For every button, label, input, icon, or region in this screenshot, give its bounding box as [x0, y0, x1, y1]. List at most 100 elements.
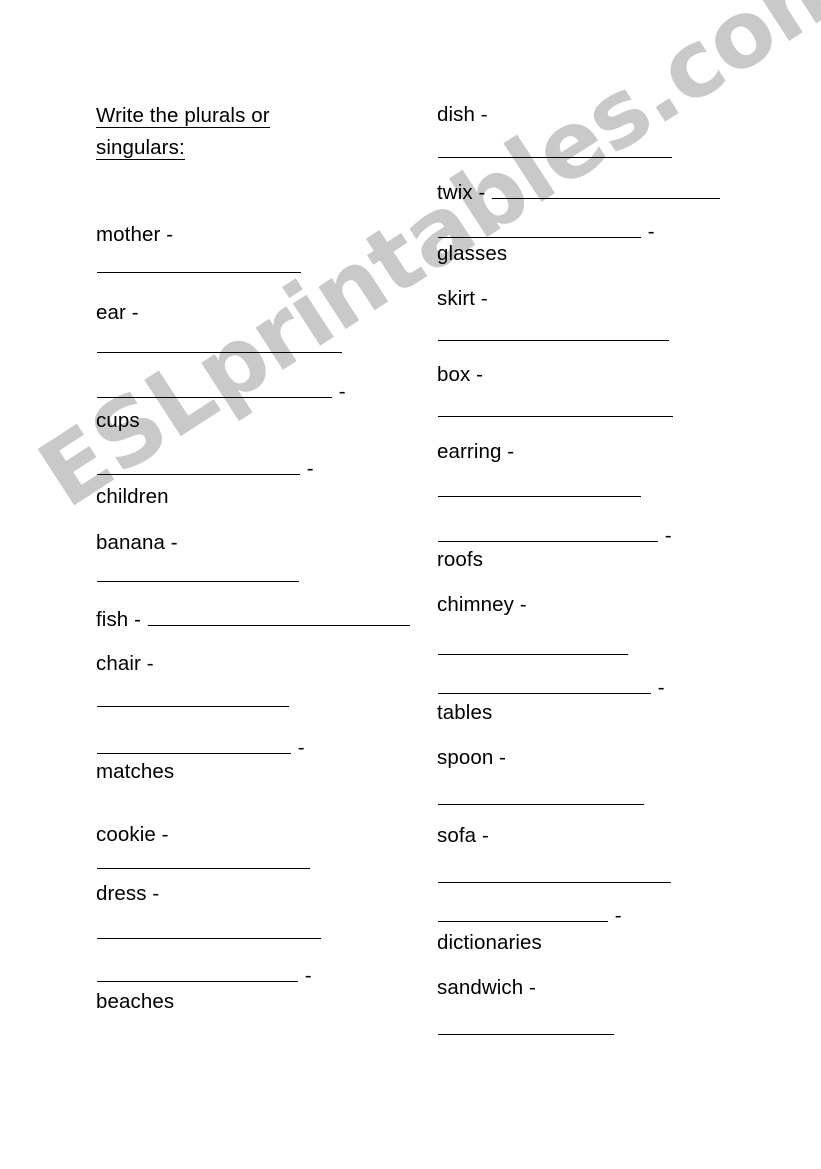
answer-blank-chimney[interactable] [438, 636, 628, 655]
entry-blank-row-chair [96, 688, 290, 714]
entry-word-children: children [96, 485, 169, 508]
separator-dash: - [659, 524, 672, 547]
entry-blank-row-skirt [437, 322, 670, 348]
entry-word-cookie: cookie [96, 823, 156, 846]
entry-word-earring: earring [437, 440, 502, 463]
separator-dash: - [125, 301, 139, 324]
separator-dash: - [475, 103, 488, 126]
entry-word-skirt: skirt [437, 287, 476, 310]
answer-blank-skirt[interactable] [438, 322, 669, 341]
answer-blank-children[interactable] [97, 456, 300, 475]
entry-word-sofa: sofa [437, 824, 477, 847]
entry-word-matches: matches [96, 760, 175, 783]
entry-earring: earring - [437, 439, 514, 465]
answer-blank-twix[interactable] [492, 180, 721, 199]
worksheet-page: ESLprintables.com Write the plurals or s… [0, 0, 821, 1169]
entry-spoon: spoon - [437, 745, 506, 771]
page-title: Write the plurals or singulars: [96, 100, 311, 164]
separator-dash: - [301, 457, 314, 480]
answer-blank-matches[interactable] [97, 735, 291, 754]
entry-word-chair: chair [96, 652, 141, 675]
entry-banana: banana - [96, 530, 178, 556]
separator-dash: - [476, 824, 489, 847]
entry-dish: dish - [437, 102, 488, 128]
entry-blank-row-cups: - [96, 379, 346, 405]
answer-blank-ear[interactable] [97, 334, 342, 353]
entry-blank-row-sandwich [437, 1016, 615, 1042]
entry-word-fish: fish [96, 608, 129, 631]
entry-box: box - [437, 362, 483, 388]
separator-dash: - [470, 363, 484, 386]
separator-dash: - [642, 220, 655, 243]
entry-chair: chair - [96, 651, 154, 677]
entry-blank-row-dress [96, 920, 322, 946]
entry-blank-row-ear [96, 334, 343, 360]
entry-ear: ear - [96, 300, 139, 326]
entry-beaches: beaches [96, 989, 174, 1015]
answer-blank-dish[interactable] [438, 139, 672, 158]
answer-blank-chair[interactable] [97, 688, 289, 707]
entry-word-twix: twix [437, 181, 473, 204]
entry-word-dish: dish [437, 103, 476, 126]
separator-dash: - [146, 882, 160, 905]
answer-blank-spoon[interactable] [438, 786, 644, 805]
entry-blank-row-spoon [437, 786, 645, 812]
answer-blank-tables[interactable] [438, 675, 651, 694]
entry-word-chimney: chimney [437, 593, 515, 616]
entry-blank-row-dictionaries: - [437, 903, 622, 929]
entry-blank-row-chimney [437, 636, 629, 662]
separator-dash: - [333, 380, 346, 403]
entry-blank-row-dish [437, 139, 673, 165]
separator-dash: - [609, 904, 622, 927]
answer-blank-cups[interactable] [97, 379, 332, 398]
separator-dash: - [155, 823, 169, 846]
answer-blank-earring[interactable] [438, 478, 641, 497]
separator-dash: - [160, 223, 174, 246]
entry-twix: twix - [437, 180, 721, 206]
entry-cookie: cookie - [96, 822, 169, 848]
separator-dash: - [514, 593, 527, 616]
answer-blank-roofs[interactable] [438, 523, 658, 542]
entry-blank-row-earring [437, 478, 642, 504]
entry-word-cups: cups [96, 409, 140, 432]
page-title-line-2: singulars: [96, 136, 185, 160]
answer-blank-box[interactable] [438, 398, 673, 417]
entry-chimney: chimney - [437, 592, 527, 618]
entry-cups: cups [96, 408, 140, 434]
answer-blank-glasses[interactable] [438, 219, 641, 238]
entry-blank-row-box [437, 398, 674, 424]
page-title-line-1: Write the plurals or [96, 104, 270, 128]
entry-tables: tables [437, 700, 492, 726]
entry-sofa: sofa - [437, 823, 489, 849]
entry-roofs: roofs [437, 547, 483, 573]
entry-word-beaches: beaches [96, 990, 175, 1013]
entry-word-dress: dress [96, 882, 147, 905]
answer-blank-beaches[interactable] [97, 963, 298, 982]
entry-blank-row-beaches: - [96, 963, 312, 989]
answer-blank-fish[interactable] [147, 607, 410, 626]
answer-blank-mother[interactable] [97, 254, 301, 273]
entry-fish: fish - [96, 607, 411, 633]
entry-children: children [96, 484, 169, 510]
answer-blank-sofa[interactable] [438, 864, 671, 883]
entry-blank-row-banana [96, 563, 300, 589]
entry-dress: dress - [96, 881, 159, 907]
entry-blank-row-children: - [96, 456, 314, 482]
entry-blank-row-cookie [96, 850, 311, 876]
answer-blank-dictionaries[interactable] [438, 903, 608, 922]
entry-dictionaries: dictionaries [437, 930, 542, 956]
answer-blank-cookie[interactable] [97, 850, 310, 869]
entry-sandwich: sandwich - [437, 975, 536, 1001]
answer-blank-dress[interactable] [97, 920, 321, 939]
entry-word-tables: tables [437, 701, 493, 724]
entry-word-ear: ear [96, 301, 126, 324]
entry-blank-row-matches: - [96, 735, 305, 761]
separator-dash: - [292, 736, 305, 759]
separator-dash: - [165, 531, 178, 554]
separator-dash: - [140, 652, 154, 675]
answer-blank-sandwich[interactable] [438, 1016, 614, 1035]
separator-dash: - [493, 746, 507, 769]
entry-word-glasses: glasses [437, 242, 508, 265]
answer-blank-banana[interactable] [97, 563, 299, 582]
entry-word-sandwich: sandwich [437, 976, 524, 999]
